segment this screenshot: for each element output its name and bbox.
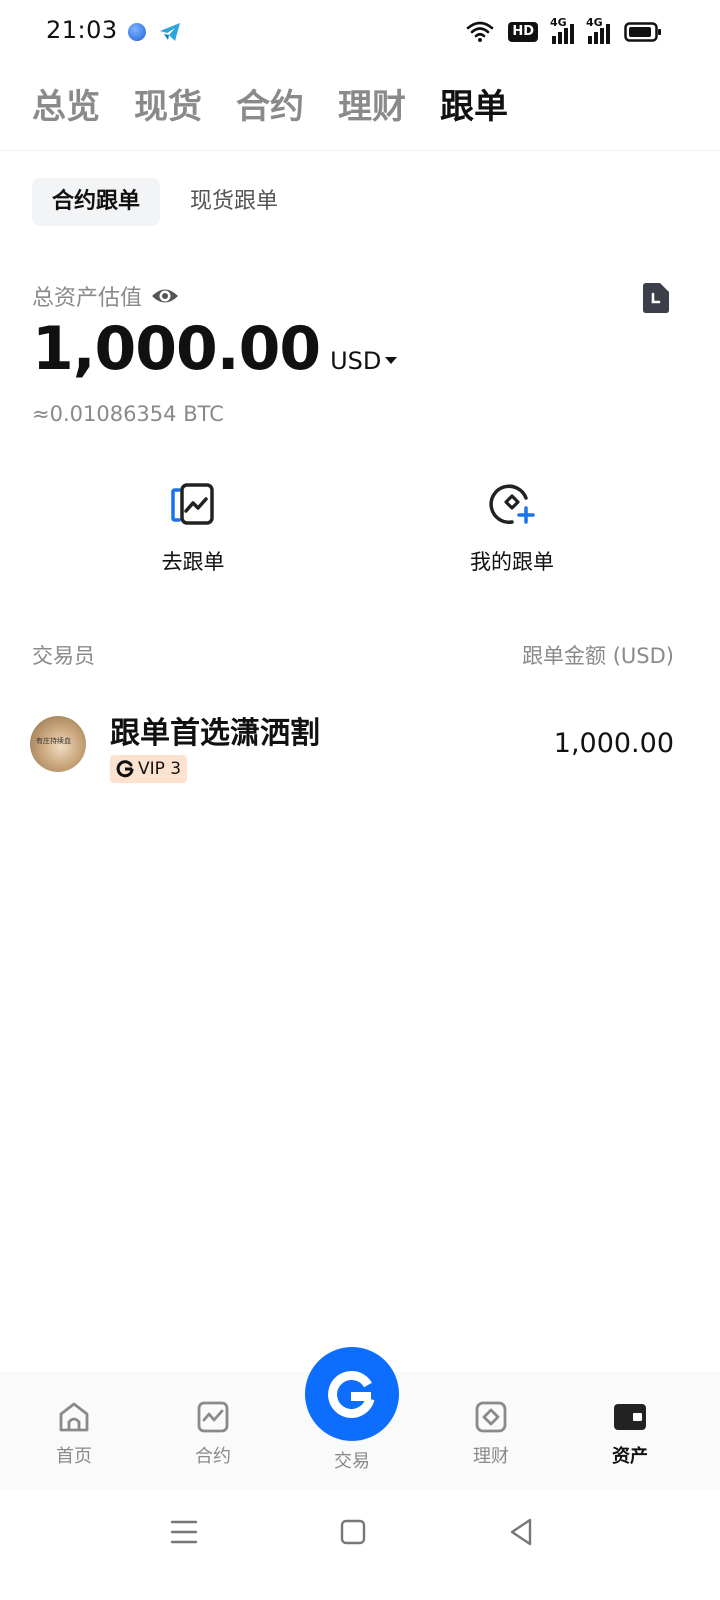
- trade-button[interactable]: [305, 1347, 399, 1441]
- go-copy-trade-label: 去跟单: [161, 550, 225, 574]
- vip-label: VIP 3: [138, 759, 182, 779]
- subtab-futures-copy[interactable]: 合约跟单: [32, 178, 161, 226]
- tab-overview[interactable]: 总览: [32, 82, 100, 132]
- history-icon[interactable]: [640, 282, 670, 314]
- divider: [0, 150, 720, 151]
- btc-equivalent: ≈0.01086354 BTC: [32, 402, 224, 426]
- tab-spot[interactable]: 现货: [134, 82, 202, 132]
- vip-badge: VIP 3: [110, 755, 188, 783]
- back-icon[interactable]: [500, 1510, 544, 1554]
- status-time: 21:03: [46, 16, 118, 44]
- sub-tabs: 合约跟单 现货跟单: [32, 178, 298, 226]
- avatar-text: 有庄持续血: [36, 737, 71, 745]
- trader-name: 跟单首选潇洒割: [110, 716, 320, 751]
- battery-icon: [624, 22, 661, 42]
- finance-icon: [475, 1401, 507, 1433]
- home-icon: [59, 1402, 89, 1432]
- vip-logo-icon: [116, 760, 134, 778]
- trader-column-header: 交易员: [32, 644, 95, 668]
- eye-icon[interactable]: [150, 284, 180, 308]
- subtab-spot-copy[interactable]: 现货跟单: [170, 178, 298, 226]
- nav-futures-label: 合约: [195, 1446, 231, 1467]
- nav-trade-label[interactable]: 交易: [302, 1447, 402, 1473]
- status-bar: 21:03 HD 4G 4G: [0, 0, 720, 64]
- my-copy-trade-icon: [489, 484, 535, 524]
- tab-copy-trading[interactable]: 跟单: [440, 82, 508, 132]
- nav-home[interactable]: 首页: [24, 1400, 124, 1468]
- top-tabs: 总览 现货 合约 理财 跟单: [32, 82, 508, 132]
- copy-trade-icon: [171, 483, 214, 525]
- menu-icon[interactable]: [162, 1510, 206, 1554]
- wallet-icon: [614, 1404, 646, 1430]
- chart-icon: [197, 1401, 229, 1433]
- currency-selector[interactable]: USD: [330, 347, 398, 375]
- nav-earn-label: 理财: [473, 1446, 509, 1467]
- assets-label-row: 总资产估值: [32, 280, 180, 312]
- trade-logo-icon: [328, 1371, 375, 1418]
- nav-earn[interactable]: 理财: [441, 1400, 541, 1468]
- network-label: 4G: [550, 16, 567, 29]
- system-nav-bar: [0, 1490, 720, 1600]
- trader-row[interactable]: 有庄持续血 跟单首选潇洒割 VIP 3 1,000.00: [30, 700, 674, 800]
- amount-column-header: 跟单金额 (USD): [522, 644, 674, 668]
- signal-icon: 4G: [586, 16, 610, 44]
- avatar: 有庄持续血: [30, 716, 86, 772]
- caret-down-icon: [385, 357, 398, 364]
- currency-label: USD: [330, 347, 382, 375]
- app-icon-blue: [128, 23, 146, 41]
- signal-icon: 4G: [550, 16, 574, 44]
- assets-label: 总资产估值: [32, 286, 143, 311]
- balance-value: 1,000.00: [32, 314, 321, 384]
- network-label: 4G: [586, 16, 603, 29]
- nav-assets[interactable]: 资产: [580, 1400, 680, 1468]
- my-copy-trade-label: 我的跟单: [470, 550, 554, 574]
- balance-row: 1,000.00 USD: [32, 314, 398, 384]
- nav-assets-label: 资产: [612, 1446, 648, 1467]
- hd-icon: HD: [508, 22, 538, 42]
- trader-amount: 1,000.00: [553, 728, 674, 759]
- home-square-icon[interactable]: [331, 1510, 375, 1554]
- tab-earn[interactable]: 理财: [338, 82, 406, 132]
- wifi-icon: [467, 21, 494, 42]
- go-copy-trade-button[interactable]: 去跟单: [93, 478, 293, 576]
- my-copy-trade-button[interactable]: 我的跟单: [412, 478, 612, 576]
- nav-home-label: 首页: [56, 1446, 92, 1467]
- app-icon-telegram: [160, 23, 180, 41]
- nav-futures[interactable]: 合约: [163, 1400, 263, 1468]
- tab-futures[interactable]: 合约: [236, 82, 304, 132]
- list-header: 交易员 跟单金额 (USD): [32, 640, 674, 670]
